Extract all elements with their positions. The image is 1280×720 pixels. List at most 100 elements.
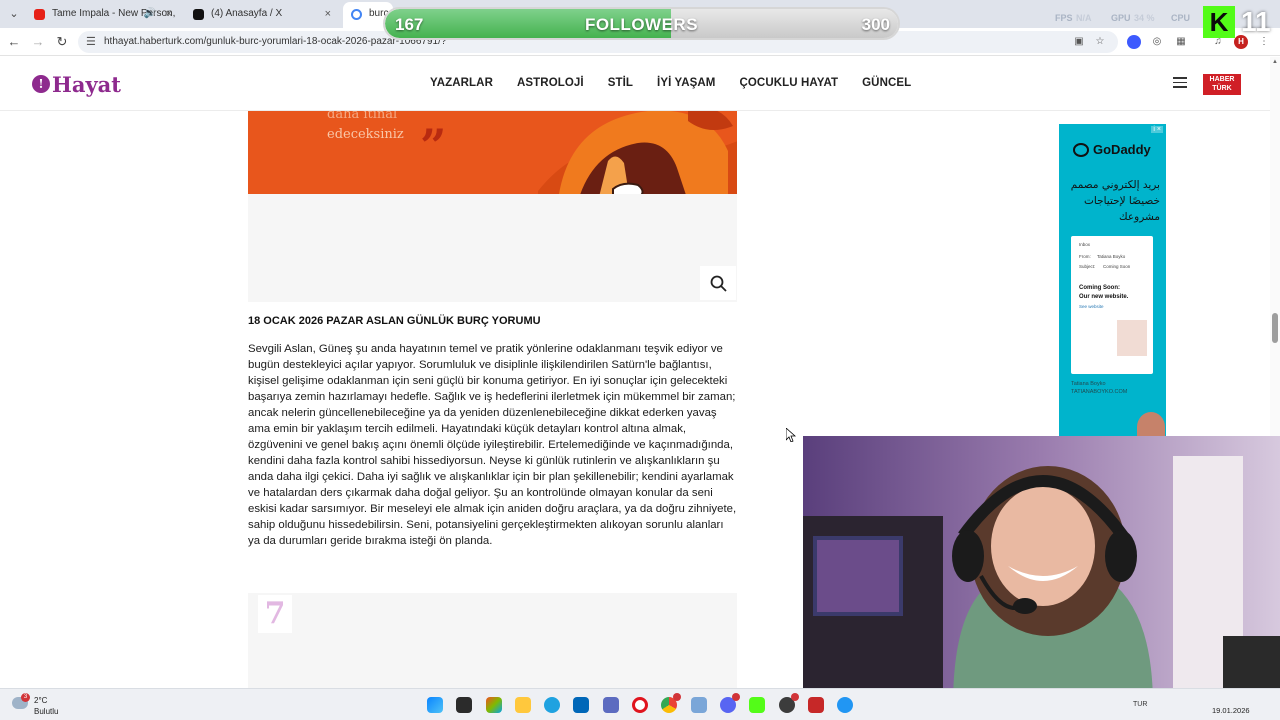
lion-illustration (538, 111, 737, 194)
speaker-icon[interactable]: 🔊 (144, 2, 156, 26)
ad-credit-site: TATIANABOYKO.COM (1071, 389, 1128, 395)
google-icon (351, 9, 362, 20)
tab-youtube[interactable]: Tame Impala - New Person, 🔊 × (26, 2, 182, 28)
input-language[interactable]: TUR (1133, 701, 1147, 708)
fps-label: FPS (1055, 13, 1073, 23)
file-explorer-icon[interactable] (515, 697, 531, 713)
store-icon[interactable] (573, 697, 589, 713)
youtube-icon (34, 9, 45, 20)
forward-button[interactable]: → (30, 34, 46, 50)
ad-card-from-label: From: (1079, 254, 1091, 259)
obs-icon[interactable] (779, 693, 799, 713)
opera-icon[interactable] (632, 697, 648, 713)
ad-card-subject-text: Coming Soon (1103, 264, 1131, 269)
site-info-icon[interactable]: ☰ (86, 35, 96, 48)
tab-x[interactable]: (4) Anasayfa / X × (185, 2, 341, 28)
ad-portrait (1137, 412, 1165, 436)
task-view-icon[interactable] (456, 697, 472, 713)
nav-yazarlar[interactable]: YAZARLAR (430, 77, 493, 89)
ad-card-from-name: Tatiana Boyko (1097, 254, 1126, 259)
windows-start-icon[interactable] (427, 697, 443, 713)
haberturk-logo-top: HABER (1209, 76, 1235, 83)
bookmark-star-icon[interactable]: ☆ (1093, 35, 1107, 49)
fps-value: N/A (1076, 13, 1092, 23)
scrollbar-thumb[interactable] (1272, 313, 1278, 343)
back-button[interactable]: ← (6, 34, 22, 50)
hayat-logo[interactable]: ! Hayat (32, 70, 121, 98)
ad-email-mockup: Inbox From: Tatiana Boyko Subject: Comin… (1071, 236, 1153, 374)
hero-quote: daha itinal edeceksiniz (327, 111, 404, 145)
windows-taskbar: 3 2°C Bulutlu TUR 19.01.2026 (0, 688, 1280, 720)
clock-date[interactable]: 19.01.2026 (1212, 706, 1250, 715)
article-hero-image: daha itinal edeceksiniz ” (248, 111, 737, 194)
nav-astroloji[interactable]: ASTROLOJİ (517, 77, 584, 89)
ad-placeholder (248, 194, 737, 302)
next-item-placeholder (248, 593, 737, 693)
x-icon (193, 9, 204, 20)
extension-icon[interactable] (1127, 35, 1141, 49)
weather-condition: Bulutlu (34, 707, 59, 716)
article-body: Sevgili Aslan, Güneş şu anda hayatının t… (248, 343, 737, 547)
godaddy-logo-text: GoDaddy (1093, 142, 1151, 157)
ad-card-link: See website (1079, 304, 1104, 309)
discord-icon[interactable] (720, 693, 740, 713)
ad-choices-icon[interactable]: i × (1151, 126, 1163, 133)
quote-mark-icon: ” (420, 119, 447, 173)
article-title: 18 OCAK 2026 PAZAR ASLAN GÜNLÜK BURÇ YOR… (248, 315, 541, 327)
follower-goal-label: FOLLOWERS (584, 15, 699, 34)
settings-icon[interactable] (691, 697, 707, 713)
tab-title: Tame Impala - New Person, (52, 8, 176, 19)
kick-count: 11 (1241, 6, 1271, 37)
main-nav: YAZARLAR ASTROLOJİ STİL İYİ YAŞAM ÇOCUKL… (430, 77, 911, 89)
webcam-feed (803, 436, 1280, 706)
app-icon[interactable] (603, 697, 619, 713)
close-icon[interactable]: × (166, 2, 172, 26)
next-item-number: 7 (258, 595, 292, 633)
copilot-icon[interactable] (486, 697, 502, 713)
ad-card-subject-label: Subject: (1079, 264, 1096, 269)
ad-card-headline: Coming Soon: (1079, 285, 1120, 291)
hamburger-menu-icon[interactable] (1173, 77, 1187, 89)
godaddy-logo: GoDaddy (1073, 142, 1151, 157)
app-icon[interactable] (837, 697, 853, 713)
ad-card-inbox: Inbox (1079, 242, 1091, 247)
reload-button[interactable]: ↻ (54, 34, 70, 50)
nav-iyi-yasam[interactable]: İYİ YAŞAM (657, 77, 715, 89)
gpu-value: 34 % (1134, 13, 1155, 23)
site-header: ! Hayat YAZARLAR ASTROLOJİ STİL İYİ YAŞA… (0, 57, 1270, 111)
vpn-icon[interactable]: ◎ (1150, 35, 1164, 49)
search-icon (710, 275, 727, 292)
install-app-icon[interactable]: ▣ (1072, 35, 1086, 49)
gpu-label: GPU (1111, 13, 1131, 23)
weather-temperature: 2°C (34, 696, 48, 705)
haberturk-logo[interactable]: HABER TÜRK (1203, 74, 1241, 95)
hayat-logo-mark: ! (32, 75, 50, 93)
godaddy-logo-icon (1073, 142, 1089, 157)
zoom-image-button[interactable] (700, 266, 736, 300)
godaddy-ad[interactable]: i × GoDaddy بريد إلكتروني مصمم خصيصًا لإ… (1059, 124, 1166, 436)
follower-goal-target: 300 (861, 15, 890, 34)
ad-headline: بريد إلكتروني مصمم خصيصًا لإحتياجات مشرو… (1070, 179, 1160, 223)
app-icon[interactable] (808, 697, 824, 713)
mouse-cursor-icon (786, 428, 796, 442)
close-icon[interactable]: × (325, 2, 331, 26)
hayat-logo-text: Hayat (52, 71, 121, 97)
scroll-up-arrow-icon[interactable]: ▲ (1272, 59, 1278, 65)
nav-guncel[interactable]: GÜNCEL (862, 77, 911, 89)
cpu-label: CPU (1171, 13, 1191, 23)
kick-viewer-count: K 11 (1203, 6, 1277, 38)
nav-stil[interactable]: STİL (608, 77, 633, 89)
kick-app-icon[interactable] (749, 697, 765, 713)
tab-search-button[interactable]: ⌄ (6, 6, 22, 22)
hero-quote-line-2: edeceksiniz (327, 127, 404, 142)
chrome-icon[interactable] (661, 693, 681, 713)
haberturk-logo-bottom: TÜRK (1212, 85, 1232, 92)
hero-quote-line-1: daha itinal (327, 111, 398, 122)
tab-title: (4) Anasayfa / X (211, 8, 283, 19)
nav-cocuklu-hayat[interactable]: ÇOCUKLU HAYAT (739, 77, 838, 89)
notification-badge: 3 (21, 693, 30, 702)
ad-credit-name: Tatiana Boyko (1071, 381, 1106, 387)
extensions-puzzle-icon[interactable]: ▦ (1174, 35, 1188, 49)
edge-icon[interactable] (544, 697, 560, 713)
ad-card-headline-2: Our new website. (1079, 294, 1129, 300)
